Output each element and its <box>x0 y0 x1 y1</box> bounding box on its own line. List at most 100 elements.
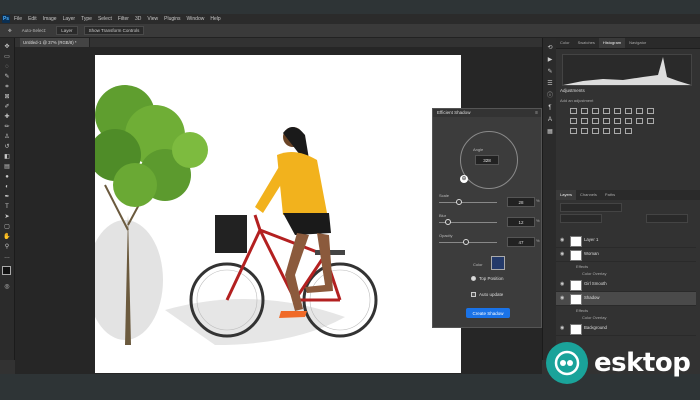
adjustment-icon[interactable] <box>647 118 654 124</box>
create-shadow-button[interactable]: Create Shadow <box>466 308 510 318</box>
tab-color[interactable]: Color <box>556 38 574 48</box>
adjustment-icon[interactable] <box>625 118 632 124</box>
tab-paths[interactable]: Paths <box>601 190 619 200</box>
hand-icon[interactable]: ✋ <box>3 234 11 240</box>
layer-effect-item[interactable]: Color Overlay <box>582 271 606 276</box>
adjustment-icon[interactable] <box>592 118 599 124</box>
adjustment-icon[interactable] <box>625 128 632 134</box>
adjustment-icon[interactable] <box>647 108 654 114</box>
eraser-icon[interactable]: ◧ <box>3 154 11 160</box>
lasso-icon[interactable]: ◌ <box>3 64 11 70</box>
tab-swatches[interactable]: Swatches <box>574 38 599 48</box>
options-auto-select[interactable]: Auto-Select: <box>22 28 47 33</box>
adjustment-icon[interactable] <box>603 108 610 114</box>
adjustment-icon[interactable] <box>603 128 610 134</box>
brush-icon[interactable]: ✏ <box>3 124 11 130</box>
dialog-menu-icon[interactable]: ≡ <box>535 109 538 117</box>
adjustment-icon[interactable] <box>581 118 588 124</box>
adjustment-icon[interactable] <box>636 108 643 114</box>
eye-icon[interactable]: ◉ <box>560 281 564 287</box>
quick-mask-icon[interactable]: ◎ <box>3 284 11 290</box>
gradient-icon[interactable]: ▤ <box>3 164 11 170</box>
history-brush-icon[interactable]: ↺ <box>3 144 11 150</box>
shape-icon[interactable]: ▢ <box>3 224 11 230</box>
character-icon[interactable]: A <box>546 116 554 124</box>
layer-row[interactable]: ◉ Layer 1 <box>556 234 696 248</box>
adjustment-icon[interactable] <box>614 128 621 134</box>
adjustment-icon[interactable] <box>614 118 621 124</box>
eye-icon[interactable]: ◉ <box>560 295 564 301</box>
frame-icon[interactable]: ⊠ <box>3 94 11 100</box>
play-icon[interactable]: ▶ <box>546 56 554 64</box>
layer-row[interactable]: ◉ Shadow <box>556 292 696 306</box>
info-icon[interactable]: ⓘ <box>546 92 554 100</box>
eye-icon[interactable]: ◉ <box>560 325 564 331</box>
path-select-icon[interactable]: ➤ <box>3 214 11 220</box>
marquee-icon[interactable]: ▭ <box>3 54 11 60</box>
brush-settings-icon[interactable]: ✎ <box>546 68 554 76</box>
tab-channels[interactable]: Channels <box>576 190 601 200</box>
angle-input[interactable]: 328 <box>475 155 499 165</box>
adjustment-icon[interactable] <box>614 108 621 114</box>
adjustment-icon[interactable] <box>581 108 588 114</box>
adjustment-icon[interactable] <box>570 128 577 134</box>
adjustment-icon[interactable] <box>592 108 599 114</box>
blur-input[interactable]: 12 <box>507 217 535 227</box>
adjustment-icon[interactable] <box>592 128 599 134</box>
foreground-color-swatch[interactable] <box>2 266 11 275</box>
tab-layers[interactable]: Layers <box>556 190 577 200</box>
menu-item-view[interactable]: View <box>147 16 158 22</box>
move-icon[interactable]: ✥ <box>3 44 11 50</box>
angle-handle-icon[interactable]: ⊕ <box>460 175 468 183</box>
adjustment-icon[interactable] <box>581 128 588 134</box>
menu-item-edit[interactable]: Edit <box>28 16 37 22</box>
auto-update-checkbox[interactable]: Auto update <box>471 292 503 298</box>
blend-mode-select[interactable] <box>560 214 602 223</box>
adjustment-icon[interactable] <box>625 108 632 114</box>
layer-row[interactable]: ◉ Woman <box>556 248 696 262</box>
menu-item-image[interactable]: Image <box>43 16 57 22</box>
options-show-transform[interactable]: Show Transform Controls <box>83 26 145 35</box>
crop-icon[interactable]: ⌗ <box>3 84 11 90</box>
menu-item-file[interactable]: File <box>14 16 22 22</box>
quick-select-icon[interactable]: ✎ <box>3 74 11 80</box>
eye-icon[interactable]: ◉ <box>560 237 564 243</box>
menu-item-select[interactable]: Select <box>98 16 112 22</box>
blur-icon[interactable]: ● <box>3 174 11 180</box>
adjustment-icon[interactable] <box>636 118 643 124</box>
pen-icon[interactable]: ✒ <box>3 194 11 200</box>
document-tab[interactable]: Untitled-1 @ 37% (RGB/8) * <box>20 38 90 47</box>
type-icon[interactable]: T <box>3 204 11 210</box>
opacity-field[interactable] <box>646 214 688 223</box>
layer-filter-input[interactable] <box>560 203 622 212</box>
libraries-icon[interactable]: ▦ <box>546 128 554 136</box>
move-tool-icon[interactable]: ✥ <box>8 28 12 34</box>
opacity-slider-thumb[interactable] <box>463 239 470 245</box>
menu-item-layer[interactable]: Layer <box>63 16 76 22</box>
scale-slider-track[interactable] <box>439 202 497 203</box>
layer-row[interactable]: ◉ Background <box>556 322 696 336</box>
eye-icon[interactable]: ◉ <box>560 251 564 257</box>
healing-icon[interactable]: ✚ <box>3 114 11 120</box>
properties-icon[interactable]: ☰ <box>546 80 554 88</box>
layer-effect-item[interactable]: Color Overlay <box>582 315 606 320</box>
options-layer-select[interactable]: Layer <box>56 26 78 35</box>
zoom-icon[interactable]: ⚲ <box>3 244 11 250</box>
eyedropper-icon[interactable]: ✐ <box>3 104 11 110</box>
menu-item-help[interactable]: Help <box>210 16 220 22</box>
blur-slider-thumb[interactable] <box>444 219 451 225</box>
menu-item-plugins[interactable]: Plugins <box>164 16 180 22</box>
layer-row[interactable]: ◉ Girl Smooth <box>556 278 696 292</box>
menu-item-type[interactable]: Type <box>81 16 92 22</box>
top-position-radio[interactable]: Top Position <box>471 276 504 282</box>
glyphs-icon[interactable]: ¶ <box>546 104 554 112</box>
adjustment-icon[interactable] <box>570 118 577 124</box>
menu-item-filter[interactable]: Filter <box>118 16 129 22</box>
tab-navigator[interactable]: Navigator <box>625 38 650 48</box>
shadow-color-swatch[interactable] <box>491 256 505 270</box>
history-icon[interactable]: ⟲ <box>546 44 554 52</box>
stamp-icon[interactable]: ♙ <box>3 134 11 140</box>
tab-histogram[interactable]: Histogram <box>598 38 626 48</box>
opacity-input[interactable]: 47 <box>507 237 535 247</box>
scale-input[interactable]: 28 <box>507 197 535 207</box>
